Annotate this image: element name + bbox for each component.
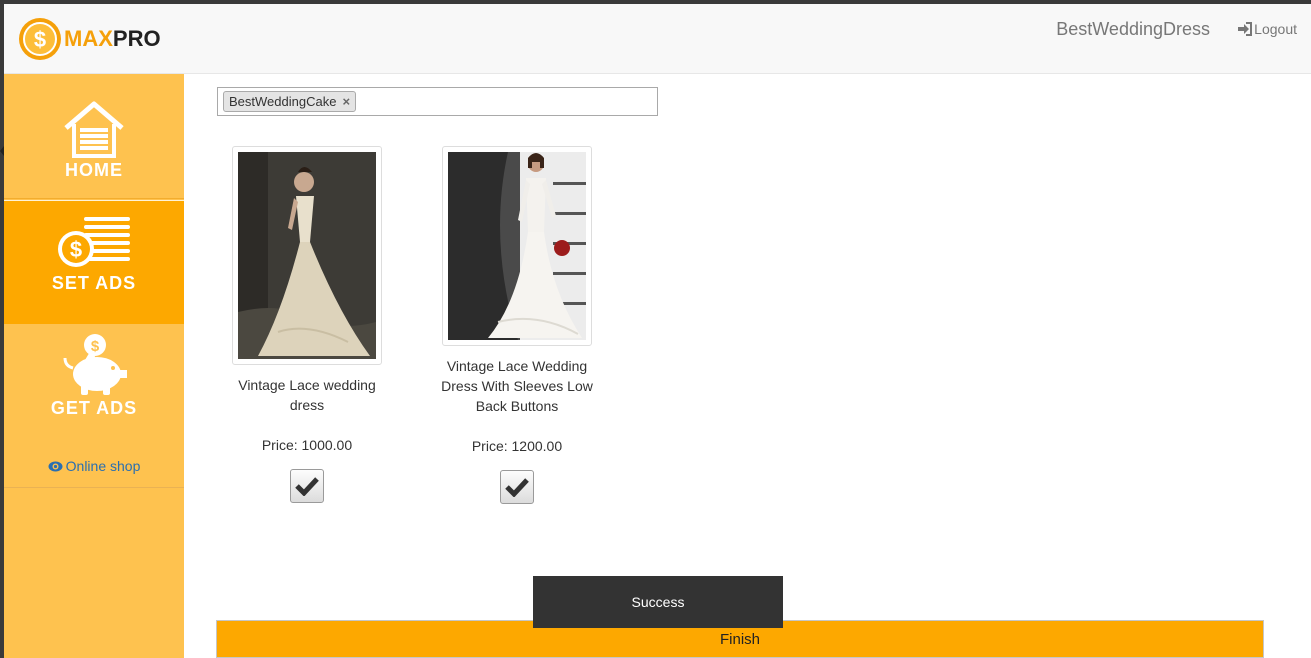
product-title: Vintage Lace wedding dress xyxy=(238,377,376,413)
checkmark-icon xyxy=(505,478,529,497)
sidebar-item-get-ads[interactable]: $ GET ADS xyxy=(4,324,184,439)
sign-out-icon xyxy=(1238,22,1253,36)
wedding-dress-photo xyxy=(238,152,376,359)
svg-text:$: $ xyxy=(34,27,46,52)
logo-pro: PRO xyxy=(112,26,161,51)
checkmark-icon xyxy=(295,477,319,496)
success-toast: Success xyxy=(533,576,783,628)
logout-label: Logout xyxy=(1254,21,1297,37)
product-image[interactable] xyxy=(232,146,382,365)
sidebar-divider xyxy=(4,487,184,488)
product-title: Vintage Lace Wedding Dress With Sleeves … xyxy=(441,358,593,414)
product-select-checkbox[interactable] xyxy=(290,469,324,503)
tag-chip: BestWeddingCake × xyxy=(223,91,357,112)
sidebar-set-ads-label: SET ADS xyxy=(51,273,137,293)
tag-remove-icon[interactable]: × xyxy=(342,94,350,109)
sidebar-item-set-ads[interactable]: $ SET ADS xyxy=(4,200,184,324)
online-shop-link[interactable]: Online shop xyxy=(4,458,184,474)
logo-max: MAX xyxy=(64,26,113,51)
sidebar: HOME $ SET ADS $ GET ADS Online shop xyxy=(4,74,184,658)
wedding-dress-photo xyxy=(448,152,586,340)
sidebar-get-ads-label: GET ADS xyxy=(50,398,138,418)
tags-input[interactable]: BestWeddingCake × xyxy=(217,87,658,116)
logout-link[interactable]: Logout xyxy=(1237,21,1297,37)
logo-wordmark: MAXPRO xyxy=(64,26,161,52)
maxpro-logo[interactable]: $ MAXPRO xyxy=(18,17,161,61)
sidebar-item-home[interactable]: HOME xyxy=(4,74,184,199)
piggy-bank-icon: $ xyxy=(63,334,127,395)
coin-logo-icon: $ xyxy=(19,18,61,60)
coin-stack-icon: $ xyxy=(58,217,130,267)
product-price: Price: 1200.00 xyxy=(471,438,563,454)
product-select-checkbox[interactable] xyxy=(500,470,534,504)
sidebar-home-label: HOME xyxy=(65,160,123,180)
product-price: Price: 1000.00 xyxy=(261,437,353,453)
tag-label: BestWeddingCake xyxy=(229,94,337,109)
eye-icon xyxy=(48,461,63,472)
garage-home-icon xyxy=(64,101,124,158)
product-image[interactable] xyxy=(442,146,592,346)
top-navbar: $ MAXPRO BestWeddingDress Logout xyxy=(4,4,1311,74)
username-label: BestWeddingDress xyxy=(1056,19,1210,39)
svg-text:$: $ xyxy=(70,237,82,262)
online-shop-label: Online shop xyxy=(65,458,141,474)
